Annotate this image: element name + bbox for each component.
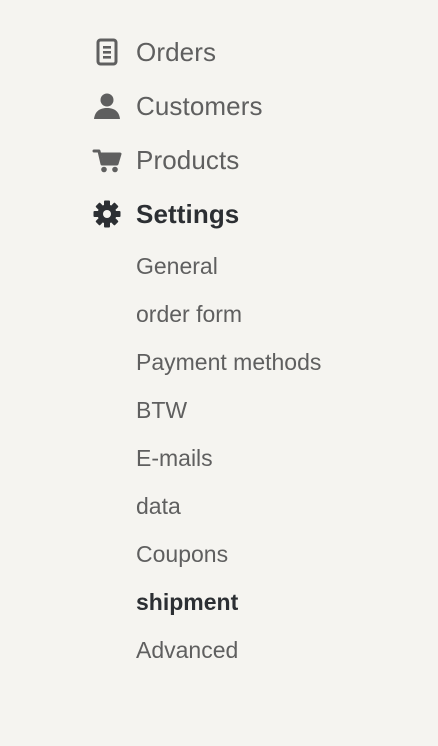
settings-subitem-order-form[interactable]: order form (136, 299, 242, 329)
settings-subitem-general[interactable]: General (136, 251, 218, 281)
shopping-cart-icon (92, 145, 122, 175)
settings-subitem-btw[interactable]: BTW (136, 395, 187, 425)
nav-item-label: Orders (136, 37, 217, 67)
sidebar-navigation: Orders Customers Products Settings Gener… (0, 0, 438, 746)
settings-subitem-advanced[interactable]: Advanced (136, 635, 238, 665)
document-icon (92, 37, 122, 67)
nav-item-settings[interactable]: Settings (92, 196, 239, 232)
settings-subitem-coupons[interactable]: Coupons (136, 539, 228, 569)
nav-item-label: Settings (136, 199, 240, 229)
nav-item-label: Customers (136, 91, 263, 121)
nav-item-label: Products (136, 145, 240, 175)
nav-item-orders[interactable]: Orders (92, 34, 216, 70)
settings-subitem-e-mails[interactable]: E-mails (136, 443, 213, 473)
user-icon (92, 91, 122, 121)
nav-item-customers[interactable]: Customers (92, 88, 263, 124)
gear-icon (92, 199, 122, 229)
settings-subitem-payment-methods[interactable]: Payment methods (136, 347, 321, 377)
nav-item-products[interactable]: Products (92, 142, 239, 178)
settings-subitem-shipment[interactable]: shipment (136, 587, 238, 617)
settings-subitem-data[interactable]: data (136, 491, 181, 521)
